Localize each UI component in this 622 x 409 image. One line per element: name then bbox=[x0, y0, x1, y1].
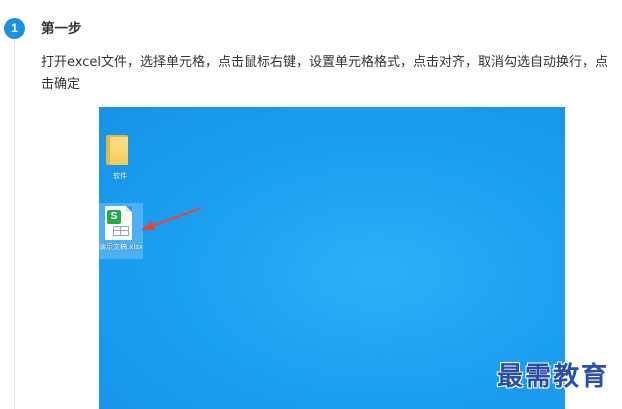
folder-icon bbox=[106, 135, 128, 165]
desktop-icon-label: 软件 bbox=[113, 172, 127, 180]
desktop-icon-xlsx-file[interactable]: S 演示文稿.xlsx bbox=[99, 203, 143, 259]
step-title: 第一步 bbox=[41, 21, 82, 37]
annotation-arrow-icon bbox=[141, 207, 202, 230]
step-number-badge: 1 bbox=[4, 18, 25, 39]
step-description: 打开excel文件，选择单元格，点击鼠标右键，设置单元格格式，点击对齐，取消勾选… bbox=[41, 55, 608, 92]
desktop-screenshot: 软件 S 演示文稿.xlsx bbox=[99, 107, 565, 409]
spreadsheet-badge: S bbox=[107, 210, 121, 224]
desktop-icon-label: 演示文稿.xlsx bbox=[99, 243, 144, 251]
step-timeline-line bbox=[14, 40, 15, 409]
spreadsheet-file-icon: S bbox=[105, 206, 132, 240]
desktop-icon-software-folder[interactable]: 软件 bbox=[102, 131, 138, 189]
watermark-logo: 最需教育 bbox=[497, 362, 610, 392]
